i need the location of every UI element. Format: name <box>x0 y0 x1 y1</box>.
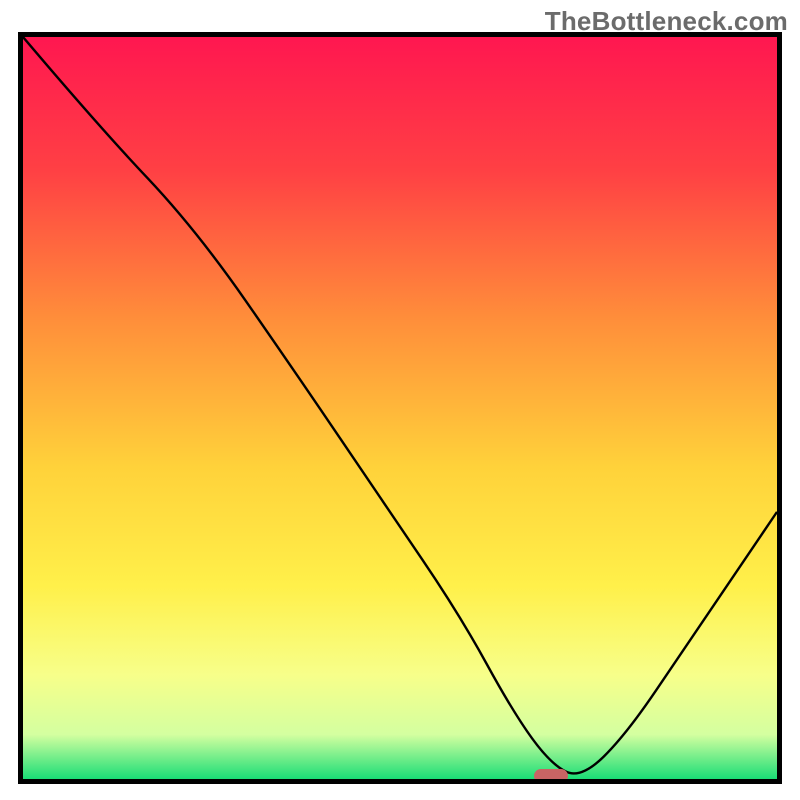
watermark-text: TheBottleneck.com <box>545 6 788 37</box>
optimal-point-marker <box>534 769 568 783</box>
plot-frame <box>18 32 782 784</box>
bottleneck-curve <box>23 37 777 779</box>
chart-stage: TheBottleneck.com <box>0 0 800 800</box>
